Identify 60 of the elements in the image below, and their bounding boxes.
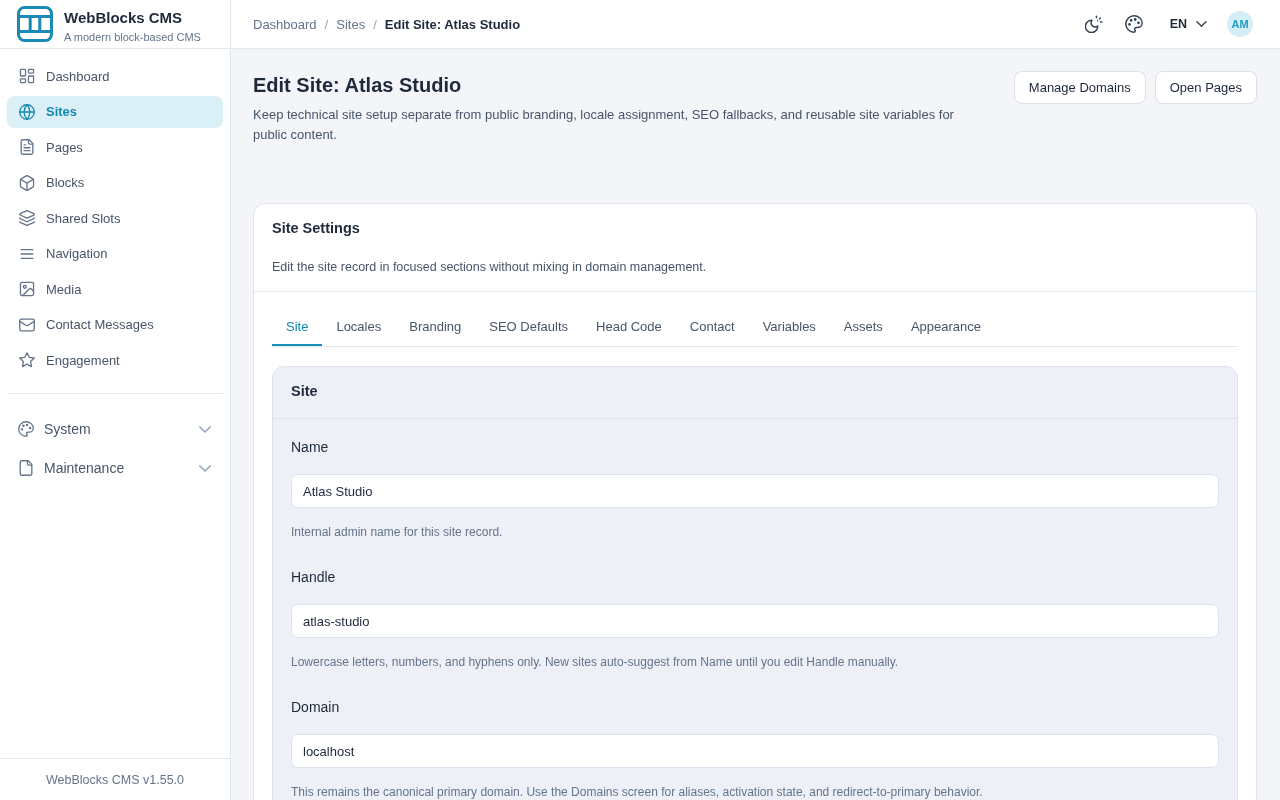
file-icon	[18, 460, 34, 476]
help-text: This remains the canonical primary domain. Use the Domains screen for aliases, activation state, and redirect-to-primary behavior.	[291, 785, 984, 799]
sidebar-item[interactable]: Blocks	[7, 166, 223, 199]
brand-title: WebBlocks CMS	[64, 9, 184, 27]
image-icon	[19, 281, 35, 297]
input-field[interactable]: Atlas Studio	[291, 474, 1219, 508]
sidebar-item[interactable]: Pages	[7, 131, 223, 163]
moon-sparkle-icon[interactable]	[1084, 15, 1103, 33]
tab[interactable]: Assets	[829, 309, 897, 346]
sidebar-item[interactable]: Contact Messages	[7, 308, 223, 341]
sidebar-group[interactable]: Maintenance	[7, 450, 223, 486]
tab[interactable]: Branding	[395, 309, 476, 346]
input-field[interactable]: atlas-studio	[291, 604, 1219, 638]
tab[interactable]: Appearance	[896, 309, 995, 346]
sidebar-item[interactable]: Engagement	[7, 344, 223, 376]
star-icon	[19, 352, 35, 368]
document-icon	[19, 139, 35, 155]
action-button[interactable]: Open Pages	[1154, 71, 1257, 104]
card-description: Edit the site record in focused sections without mixing in domain management.	[272, 259, 708, 276]
help-text: Internal admin name for this site record.	[291, 525, 504, 539]
logo-icon	[17, 6, 53, 42]
breadcrumb-separator: /	[373, 16, 377, 32]
breadcrumb-link[interactable]: Dashboard	[253, 16, 317, 32]
field-label: Handle	[291, 568, 337, 587]
version-text: WebBlocks CMS v1.55.0	[46, 772, 184, 787]
cube-icon	[19, 174, 35, 191]
breadcrumb-current: Edit Site: Atlas Studio	[384, 16, 521, 32]
chevron-down-icon	[1196, 21, 1207, 27]
tab[interactable]: Site	[272, 309, 323, 346]
field-label: Domain	[291, 698, 341, 717]
brand-subtitle: A modern block-based CMS	[64, 30, 201, 44]
sidebar-item[interactable]: Dashboard	[7, 60, 223, 92]
tab[interactable]: SEO Defaults	[475, 309, 583, 346]
palette-icon	[18, 421, 34, 437]
sidebar-group[interactable]: System	[7, 411, 223, 447]
language-selector[interactable]: EN	[1169, 17, 1207, 31]
envelope-icon	[19, 316, 35, 333]
chevron-down-icon	[199, 464, 211, 472]
sidebar-item[interactable]: Media	[7, 273, 223, 305]
section-title: Site	[291, 382, 319, 401]
input-field[interactable]: localhost	[291, 734, 1219, 768]
help-text: Lowercase letters, numbers, and hyphens only. New sites auto-suggest from Name until you edit Handle manually.	[291, 655, 900, 669]
tab[interactable]: Variables	[748, 309, 830, 346]
tab[interactable]: Locales	[322, 309, 396, 346]
globe-icon	[19, 103, 35, 120]
chevron-down-icon	[199, 425, 211, 433]
sidebar-item[interactable]: Shared Slots	[7, 202, 223, 234]
layers-icon	[19, 210, 35, 226]
card-title: Site Settings	[272, 219, 361, 238]
grid-icon	[19, 68, 35, 84]
page-title: Edit Site: Atlas Studio	[253, 73, 463, 98]
breadcrumb-link[interactable]: Sites	[336, 16, 366, 32]
action-button[interactable]: Manage Domains	[1013, 71, 1146, 104]
breadcrumb-separator: /	[324, 16, 329, 32]
field-label: Name	[291, 438, 330, 457]
tab[interactable]: Contact	[675, 309, 749, 346]
tab[interactable]: Head Code	[582, 309, 676, 346]
page-description: Keep technical site setup separate from public branding, locale assignment, SEO fallbacks, and reusable site variables for public content.	[253, 106, 955, 144]
sidebar-item[interactable]: Navigation	[7, 237, 223, 270]
palette-icon[interactable]	[1124, 15, 1143, 33]
